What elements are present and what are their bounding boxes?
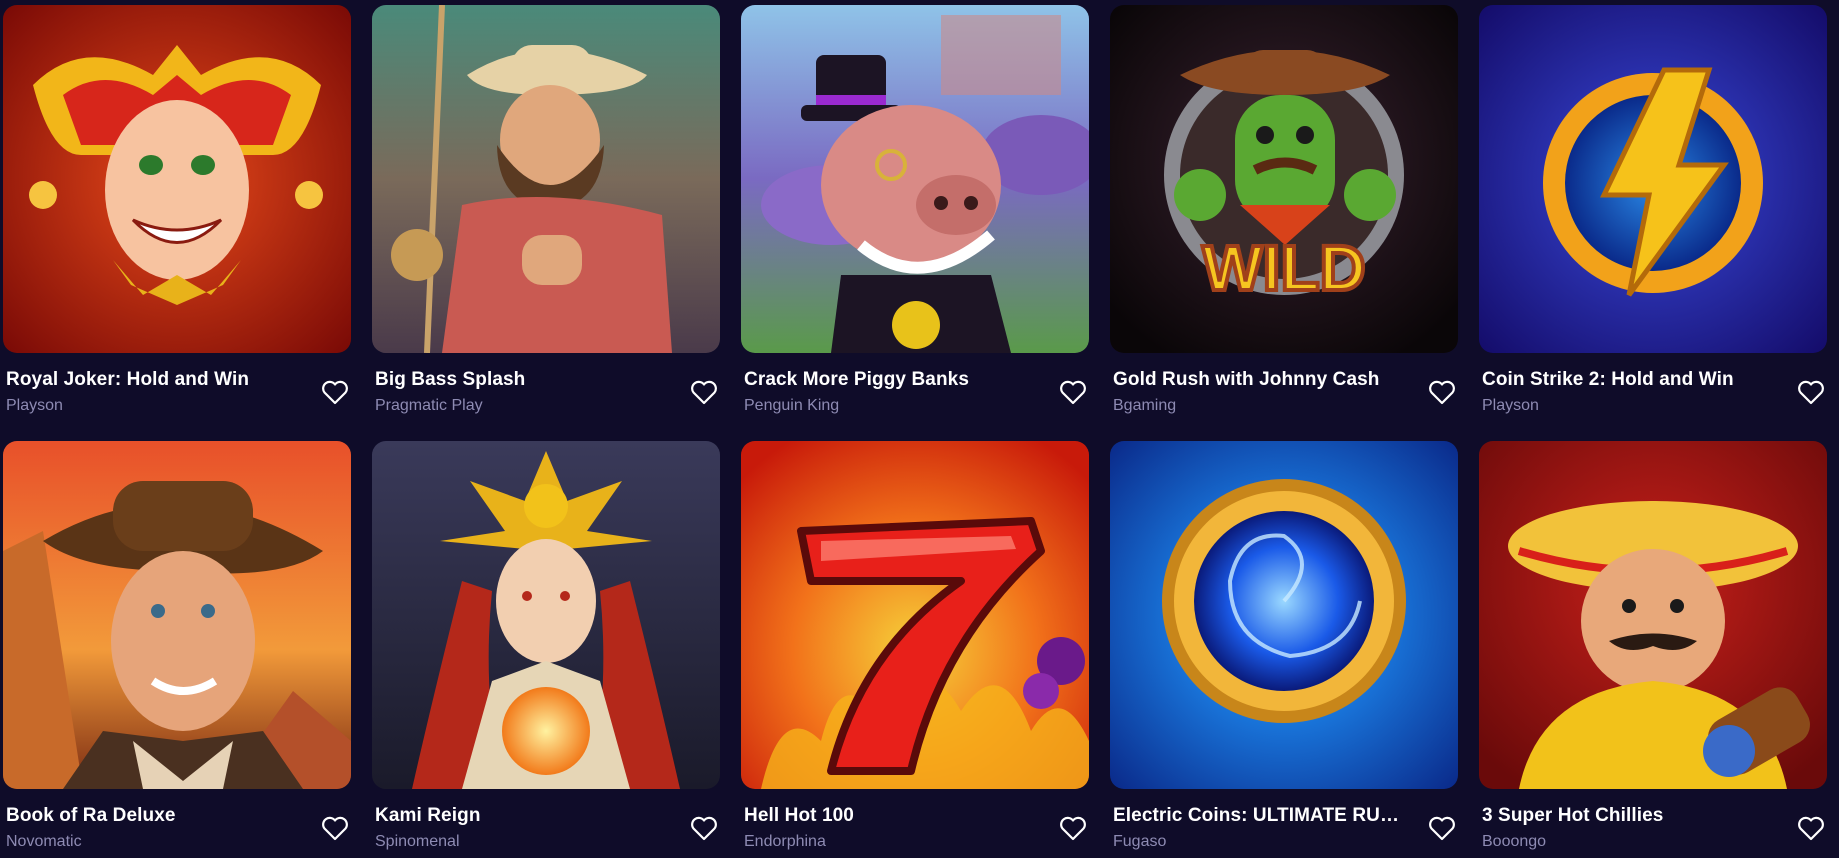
favorite-heart-icon[interactable] [1059, 815, 1087, 841]
game-title[interactable]: Coin Strike 2: Hold and Win [1482, 369, 1778, 391]
game-title[interactable]: Kami Reign [375, 805, 671, 827]
goddess-art-icon [372, 441, 720, 789]
game-provider: Playson [6, 397, 63, 414]
cactus-wild-art-icon: WILD [1110, 5, 1458, 353]
game-title[interactable]: 3 Super Hot Chillies [1482, 805, 1778, 827]
favorite-heart-icon[interactable] [321, 379, 349, 405]
game-provider: Playson [1482, 397, 1539, 414]
favorite-heart-icon[interactable] [1797, 815, 1825, 841]
favorite-heart-icon[interactable] [690, 815, 718, 841]
game-thumbnail[interactable]: WILD [1110, 5, 1458, 353]
game-card[interactable]: Big Bass Splash Pragmatic Play [372, 5, 720, 417]
game-thumbnail[interactable] [3, 5, 351, 353]
game-thumbnail[interactable] [1110, 441, 1458, 789]
game-thumbnail[interactable] [1479, 5, 1827, 353]
game-title[interactable]: Royal Joker: Hold and Win [6, 369, 302, 391]
fisherman-art-icon [372, 5, 720, 353]
game-provider: Spinomenal [375, 833, 460, 850]
wild-label: WILD [1202, 232, 1366, 304]
game-card[interactable]: Crack More Piggy Banks Penguin King [741, 5, 1089, 417]
game-card[interactable]: Royal Joker: Hold and Win Playson [3, 5, 351, 417]
explorer-art-icon [3, 441, 351, 789]
favorite-heart-icon[interactable] [321, 815, 349, 841]
game-title[interactable]: Crack More Piggy Banks [744, 369, 1040, 391]
game-provider: Endorphina [744, 833, 826, 850]
game-provider: Bgaming [1113, 397, 1177, 414]
game-card[interactable]: Kami Reign Spinomenal [372, 441, 720, 853]
game-card[interactable]: Electric Coins: ULTIMATE RUNNING WINS Fu… [1110, 441, 1458, 853]
game-thumbnail[interactable] [741, 441, 1089, 789]
game-provider: Penguin King [744, 397, 840, 414]
seven-art-icon [741, 441, 1089, 789]
game-thumbnail[interactable] [1479, 441, 1827, 789]
vortex-coin-art-icon [1110, 441, 1458, 789]
game-thumbnail[interactable] [372, 441, 720, 789]
game-title[interactable]: Hell Hot 100 [744, 805, 1040, 827]
game-card[interactable]: Book of Ra Deluxe Novomatic [3, 441, 351, 853]
game-card[interactable]: 3 Super Hot Chillies Booongo [1479, 441, 1827, 853]
mariachi-art-icon [1479, 441, 1827, 789]
game-thumbnail[interactable] [741, 5, 1089, 353]
favorite-heart-icon[interactable] [1059, 379, 1087, 405]
game-thumbnail[interactable] [372, 5, 720, 353]
game-provider: Pragmatic Play [375, 397, 483, 414]
game-card[interactable]: Coin Strike 2: Hold and Win Playson [1479, 5, 1827, 417]
game-title[interactable]: Big Bass Splash [375, 369, 671, 391]
game-provider: Novomatic [6, 833, 82, 850]
favorite-heart-icon[interactable] [1428, 379, 1456, 405]
favorite-heart-icon[interactable] [1797, 379, 1825, 405]
lightning-coin-art-icon [1479, 5, 1827, 353]
game-thumbnail[interactable] [3, 441, 351, 789]
game-title[interactable]: Book of Ra Deluxe [6, 805, 302, 827]
favorite-heart-icon[interactable] [1428, 815, 1456, 841]
game-card[interactable]: WILD Gold Rush with Johnny Cash Bgaming [1110, 5, 1458, 417]
game-title[interactable]: Gold Rush with Johnny Cash [1113, 369, 1409, 391]
pig-art-icon [741, 5, 1089, 353]
game-provider: Booongo [1482, 833, 1547, 850]
games-grid: Royal Joker: Hold and Win Playson Big Ba… [0, 0, 1839, 858]
game-card[interactable]: Hell Hot 100 Endorphina [741, 441, 1089, 853]
game-provider: Fugaso [1113, 833, 1167, 850]
favorite-heart-icon[interactable] [690, 379, 718, 405]
game-title[interactable]: Electric Coins: ULTIMATE RUNNING WINS [1113, 805, 1409, 827]
joker-art-icon [3, 5, 351, 353]
